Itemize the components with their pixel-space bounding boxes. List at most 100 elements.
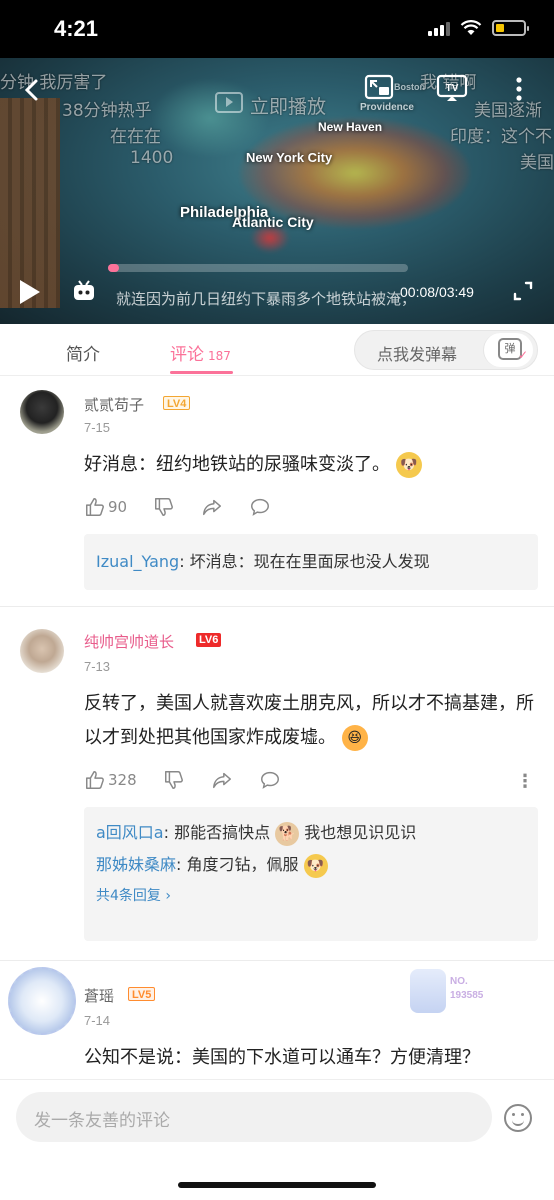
- comment-item: 纯帅宫帅道长 LV6 7-13 反转了，美国人就喜欢废土朋克风，所以才不搞基建，…: [0, 607, 554, 960]
- comment-text: 好消息：纽约地铁站的尿骚味变淡了。 🐶: [84, 448, 534, 482]
- danmaku-text: 1400: [130, 148, 174, 168]
- dislike-button[interactable]: [163, 769, 185, 791]
- level-badge: LV6: [196, 633, 222, 647]
- like-button[interactable]: 90: [84, 496, 127, 518]
- comment-text: 反转了，美国人就喜欢废土朋克风，所以才不搞基建，所以才到处把其他国家炸成废墟。 …: [84, 687, 534, 755]
- tab-bar: 简介 评论 187 点我发弹幕 弹: [0, 324, 554, 376]
- like-button[interactable]: 328: [84, 769, 137, 791]
- thumbs-up-icon: [86, 771, 104, 789]
- reply-username[interactable]: a回风口a: [96, 823, 164, 842]
- reply-username[interactable]: 那姊妹桑麻: [96, 855, 176, 874]
- tab-intro[interactable]: 简介: [66, 340, 100, 365]
- status-time: 4:21: [54, 16, 99, 41]
- share-icon: [212, 772, 231, 789]
- map-label: New York City: [246, 150, 333, 165]
- thumbs-up-icon: [86, 498, 104, 516]
- comment-username[interactable]: 纯帅宫帅道长: [84, 631, 174, 652]
- comment-text: 公知不是说：美国的下水道可以通车？方便清理？: [84, 1047, 480, 1068]
- share-icon: [203, 499, 222, 516]
- reply-box[interactable]: a回风口a: 那能否搞快点 🐕 我也想见识见识 那姊妹桑麻: 角度刁钻，佩服 🐶…: [84, 807, 538, 941]
- comment-date: 7-13: [84, 659, 111, 674]
- comment-item: 蒼瑶 LV5 7-14 NO. 193585 公知不是说：美国的下水道可以通车？方…: [0, 961, 554, 1079]
- map-label: Atlantic City: [232, 214, 314, 230]
- danmaku-placeholder: 点我发弹幕: [377, 345, 458, 364]
- video-subtitle: 就连因为前几日纽约下暴雨多个地铁站被淹，: [116, 290, 417, 308]
- back-arrow-icon[interactable]: [22, 78, 40, 102]
- fullscreen-icon[interactable]: [512, 280, 534, 302]
- dog-emoji-icon: 🐕: [275, 821, 300, 846]
- comment-actions: 328: [84, 769, 307, 791]
- cast-tv-icon[interactable]: TV: [436, 74, 468, 102]
- share-button[interactable]: [201, 496, 223, 518]
- level-badge: LV5: [128, 987, 156, 1001]
- fan-medal-badge: NO. 193585: [410, 969, 520, 1013]
- level-badge: LV4: [163, 396, 191, 410]
- svg-text:TV: TV: [446, 83, 459, 94]
- fan-medal-avatar: [410, 969, 446, 1013]
- battery-icon: [492, 20, 529, 36]
- tv-play-icon: [215, 92, 243, 113]
- video-player[interactable]: New Haven New York City Philadelphia Atl…: [0, 58, 554, 324]
- danmaku-text: 印度：这个不: [450, 127, 552, 147]
- danmaku-text: 分钟 我厉害了: [0, 73, 108, 93]
- danmaku-text: 立即播放: [250, 96, 327, 118]
- signal-icon: [428, 20, 450, 36]
- laughing-emoji-icon: 😆: [341, 725, 368, 751]
- reply-box[interactable]: Izual_Yang: 坏消息：现在在里面尿也没人发现: [84, 534, 538, 590]
- dislike-button[interactable]: [153, 496, 175, 518]
- wifi-icon: [460, 20, 482, 35]
- reply-username[interactable]: Izual_Yang: [96, 552, 179, 571]
- danmaku-toggle-icon[interactable]: [72, 280, 96, 302]
- avatar[interactable]: [20, 390, 64, 434]
- play-button[interactable]: [20, 280, 40, 304]
- video-background-wood: [0, 98, 60, 308]
- reply-line: a回风口a: 那能否搞快点 🐕 我也想见识见识: [96, 817, 526, 849]
- view-all-replies-link[interactable]: 共4条回复 ›: [96, 881, 526, 911]
- more-options-icon[interactable]: [514, 76, 524, 102]
- comment-bubble-icon: [251, 498, 270, 516]
- doge-emoji-icon: 🐶: [395, 452, 422, 478]
- danmaku-text: 美国: [520, 153, 554, 173]
- comment-date: 7-14: [84, 1013, 111, 1028]
- reply-line: Izual_Yang: 坏消息：现在在里面尿也没人发现: [96, 544, 526, 580]
- reply-button[interactable]: [249, 496, 271, 518]
- comment-bubble-icon: [260, 771, 279, 789]
- like-count: 328: [108, 771, 137, 789]
- comment-date: 7-15: [84, 420, 111, 435]
- comment-item: 贰贰苟子 LV4 7-15 好消息：纽约地铁站的尿骚味变淡了。 🐶 90 Izu…: [0, 376, 554, 606]
- map-label: Providence: [360, 102, 414, 113]
- like-count: 90: [108, 498, 128, 516]
- danmaku-settings-button[interactable]: 弹: [483, 333, 533, 367]
- comment-input-placeholder: 发一条友善的评论: [34, 1111, 170, 1131]
- tab-comments[interactable]: 评论 187: [170, 340, 231, 365]
- more-options-icon[interactable]: ⋮: [516, 771, 534, 792]
- danmaku-text: 38分钟热乎: [62, 101, 152, 121]
- home-indicator[interactable]: [178, 1182, 376, 1188]
- danmaku-text: 美国逐渐: [474, 101, 542, 121]
- video-timecode: 00:08/03:49: [400, 284, 474, 300]
- emoji-picker-icon[interactable]: [504, 1104, 532, 1132]
- status-bar: 4:21: [0, 0, 554, 58]
- doge-emoji-icon: 🐶: [303, 853, 328, 878]
- share-button[interactable]: [211, 769, 233, 791]
- reply-line: 那姊妹桑麻: 角度刁钻，佩服 🐶: [96, 849, 526, 881]
- map-label: New Haven: [318, 120, 383, 134]
- comments-count: 187: [208, 349, 231, 363]
- picture-in-picture-icon[interactable]: [364, 74, 394, 102]
- avatar[interactable]: [20, 629, 64, 673]
- reply-text: : 坏消息：现在在里面尿也没人发现: [179, 552, 430, 571]
- danmaku-text: 在在在: [110, 127, 161, 147]
- avatar-with-pendant[interactable]: [8, 967, 76, 1035]
- comment-input[interactable]: 发一条友善的评论: [16, 1092, 492, 1142]
- comment-username[interactable]: 蒼瑶: [84, 985, 114, 1006]
- thumbs-down-icon: [155, 498, 174, 516]
- fan-medal-number: NO. 193585: [450, 976, 484, 1001]
- danmaku-icon: 弹: [498, 338, 528, 364]
- active-tab-indicator: [170, 371, 233, 374]
- danmaku-input[interactable]: 点我发弹幕 弹: [354, 330, 538, 370]
- thumbs-down-icon: [164, 771, 183, 789]
- comment-username[interactable]: 贰贰苟子: [84, 394, 144, 415]
- reply-button[interactable]: [259, 769, 281, 791]
- progress-bar[interactable]: [108, 264, 408, 272]
- progress-fill: [108, 264, 119, 272]
